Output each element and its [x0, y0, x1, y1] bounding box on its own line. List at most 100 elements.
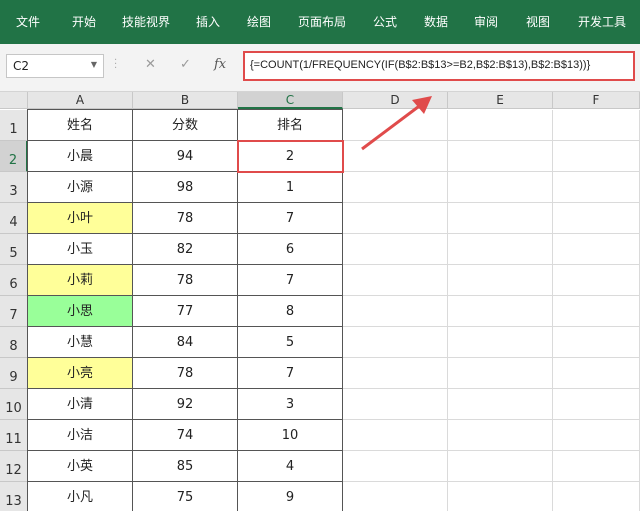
cell-d9[interactable] [343, 358, 448, 389]
cell-e8[interactable] [448, 327, 553, 358]
cell-e3[interactable] [448, 172, 553, 203]
column-header-d[interactable]: D [343, 92, 448, 109]
cell-f8[interactable] [553, 327, 640, 358]
cell-e10[interactable] [448, 389, 553, 420]
chevron-down-icon[interactable]: ▼ [91, 60, 97, 69]
column-header-f[interactable]: F [553, 92, 640, 109]
cell-b1[interactable]: 分数 [133, 110, 238, 141]
cell-b3[interactable]: 98 [133, 172, 238, 203]
cell-d8[interactable] [343, 327, 448, 358]
row-header-9[interactable]: 9 [0, 358, 28, 389]
menu-tab-10[interactable]: 视图 [526, 12, 550, 32]
cell-e4[interactable] [448, 203, 553, 234]
cell-f7[interactable] [553, 296, 640, 327]
cell-c10[interactable]: 3 [238, 389, 343, 420]
cell-e11[interactable] [448, 420, 553, 451]
cell-d12[interactable] [343, 451, 448, 482]
menu-tab-4[interactable]: 插入 [196, 12, 220, 32]
cell-b8[interactable]: 84 [133, 327, 238, 358]
cell-a13[interactable]: 小凡 [28, 482, 133, 511]
cell-e1[interactable] [448, 110, 553, 141]
cell-c8[interactable]: 5 [238, 327, 343, 358]
cell-c7[interactable]: 8 [238, 296, 343, 327]
insert-function-icon[interactable]: fx [214, 57, 226, 72]
cell-f11[interactable] [553, 420, 640, 451]
cell-c3[interactable]: 1 [238, 172, 343, 203]
cell-b6[interactable]: 78 [133, 265, 238, 296]
cell-c12[interactable]: 4 [238, 451, 343, 482]
cell-e6[interactable] [448, 265, 553, 296]
cell-f2[interactable] [553, 141, 640, 172]
column-header-c[interactable]: C [238, 92, 343, 109]
menu-tab-1[interactable]: 文件 [16, 12, 40, 32]
cell-e13[interactable] [448, 482, 553, 511]
select-all-corner[interactable] [0, 92, 28, 109]
cancel-icon[interactable]: ✕ [145, 57, 156, 72]
cell-c1[interactable]: 排名 [238, 110, 343, 141]
cell-d3[interactable] [343, 172, 448, 203]
cell-b7[interactable]: 77 [133, 296, 238, 327]
row-header-6[interactable]: 6 [0, 265, 28, 296]
menu-tab-8[interactable]: 数据 [424, 12, 448, 32]
column-header-e[interactable]: E [448, 92, 553, 109]
row-header-3[interactable]: 3 [0, 172, 28, 203]
cell-c5[interactable]: 6 [238, 234, 343, 265]
cell-d6[interactable] [343, 265, 448, 296]
menu-tab-2[interactable]: 开始 [72, 12, 96, 32]
cell-a1[interactable]: 姓名 [28, 110, 133, 141]
row-header-10[interactable]: 10 [0, 389, 28, 420]
cell-f13[interactable] [553, 482, 640, 511]
column-header-b[interactable]: B [133, 92, 238, 109]
row-header-13[interactable]: 13 [0, 482, 28, 511]
cell-f9[interactable] [553, 358, 640, 389]
row-header-4[interactable]: 4 [0, 203, 28, 234]
cell-a2[interactable]: 小晨 [28, 141, 133, 172]
cell-e12[interactable] [448, 451, 553, 482]
cell-a7[interactable]: 小思 [28, 296, 133, 327]
cell-f1[interactable] [553, 110, 640, 141]
cell-d13[interactable] [343, 482, 448, 511]
cell-d11[interactable] [343, 420, 448, 451]
cell-a10[interactable]: 小清 [28, 389, 133, 420]
row-header-5[interactable]: 5 [0, 234, 28, 265]
cell-b4[interactable]: 78 [133, 203, 238, 234]
menu-tab-6[interactable]: 页面布局 [298, 12, 346, 32]
cell-d5[interactable] [343, 234, 448, 265]
cell-c4[interactable]: 7 [238, 203, 343, 234]
menu-tab-11[interactable]: 开发工具 [578, 12, 626, 32]
cell-e5[interactable] [448, 234, 553, 265]
cell-d2[interactable] [343, 141, 448, 172]
confirm-icon[interactable]: ✓ [180, 57, 191, 72]
cell-d7[interactable] [343, 296, 448, 327]
row-header-8[interactable]: 8 [0, 327, 28, 358]
cell-a6[interactable]: 小莉 [28, 265, 133, 296]
cell-e2[interactable] [448, 141, 553, 172]
name-box[interactable]: C2 ▼ [6, 54, 104, 78]
cell-a3[interactable]: 小源 [28, 172, 133, 203]
cell-c13[interactable]: 9 [238, 482, 343, 511]
menu-tab-7[interactable]: 公式 [373, 12, 397, 32]
cell-b12[interactable]: 85 [133, 451, 238, 482]
cell-d10[interactable] [343, 389, 448, 420]
formula-input[interactable]: {=COUNT(1/FREQUENCY(IF(B$2:B$13>=B2,B$2:… [243, 51, 635, 81]
row-header-11[interactable]: 11 [0, 420, 28, 451]
menu-tab-3[interactable]: 技能视界 [122, 12, 170, 32]
cell-f10[interactable] [553, 389, 640, 420]
cell-a5[interactable]: 小玉 [28, 234, 133, 265]
cell-e9[interactable] [448, 358, 553, 389]
cell-f5[interactable] [553, 234, 640, 265]
cell-d4[interactable] [343, 203, 448, 234]
cell-f4[interactable] [553, 203, 640, 234]
cell-a4[interactable]: 小叶 [28, 203, 133, 234]
row-header-12[interactable]: 12 [0, 451, 28, 482]
cell-b10[interactable]: 92 [133, 389, 238, 420]
drag-handle-icon[interactable]: · · · [114, 56, 117, 74]
row-header-2[interactable]: 2 [0, 141, 28, 172]
menu-tab-9[interactable]: 审阅 [474, 12, 498, 32]
cell-c11[interactable]: 10 [238, 420, 343, 451]
cell-b9[interactable]: 78 [133, 358, 238, 389]
cell-a8[interactable]: 小慧 [28, 327, 133, 358]
row-header-7[interactable]: 7 [0, 296, 28, 327]
cell-b2[interactable]: 94 [133, 141, 238, 172]
cell-c2[interactable]: 2 [238, 141, 343, 172]
